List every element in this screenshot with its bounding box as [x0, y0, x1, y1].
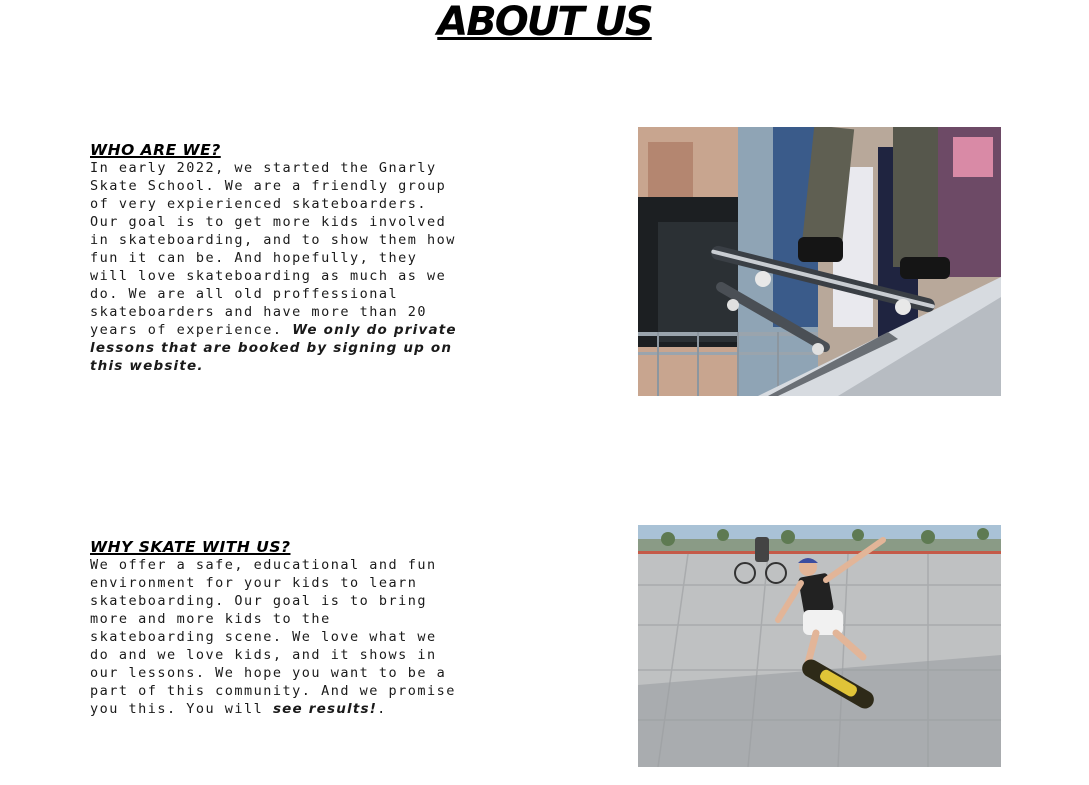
section-body-text: In early 2022, we started the Gnarly Ska…	[90, 160, 456, 338]
section-body: In early 2022, we started the Gnarly Ska…	[90, 159, 465, 375]
skateboarders-on-ramp-photo	[638, 127, 1001, 396]
section-body: We offer a safe, educational and fun env…	[90, 556, 465, 718]
who-are-we-section: Who are we? In early 2022, we started th…	[90, 141, 465, 375]
section-heading: Why skate with us?	[90, 538, 291, 556]
section-heading: Who are we?	[90, 141, 221, 159]
why-skate-with-us-section: Why skate with us? We offer a safe, educ…	[90, 538, 465, 718]
page-title: About Us	[437, 0, 653, 45]
kid-kickflip-image	[638, 525, 1001, 767]
section-emphasis-text: see results!	[272, 701, 378, 717]
skateboarders-on-ramp-image	[638, 127, 1001, 396]
section-body-text: We offer a safe, educational and fun env…	[90, 557, 456, 717]
kid-kickflip-photo	[638, 525, 1001, 767]
section-trailing-text: .	[377, 701, 387, 717]
